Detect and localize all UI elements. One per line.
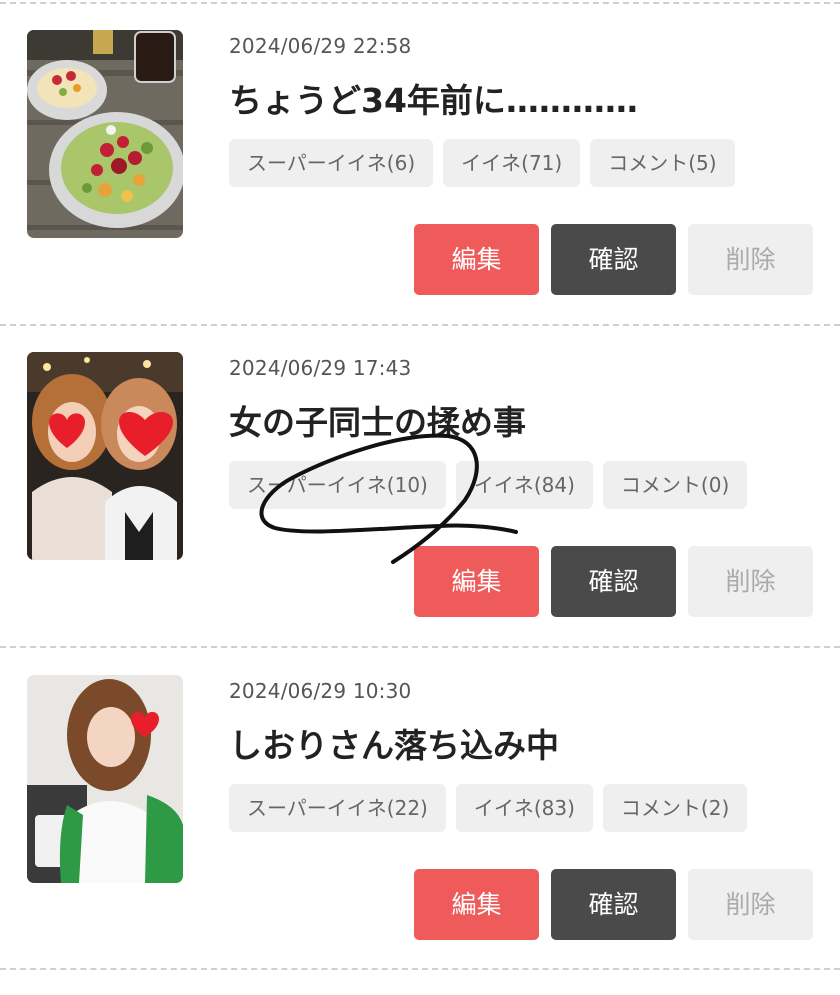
post-thumbnail-1[interactable] <box>27 30 183 238</box>
post-stats: スーパーイイネ(22) イイネ(83) コメント(2) <box>229 784 748 832</box>
like-chip[interactable]: イイネ(84) <box>455 461 593 509</box>
confirm-button[interactable]: 確認 <box>551 869 676 940</box>
delete-button[interactable]: 削除 <box>688 224 813 295</box>
edit-button[interactable]: 編集 <box>414 869 539 940</box>
like-chip[interactable]: イイネ(71) <box>443 139 581 187</box>
post-divider-bottom <box>0 968 840 970</box>
edit-button[interactable]: 編集 <box>414 546 539 617</box>
post-actions: 編集 確認 削除 <box>414 224 813 295</box>
two-women-photo-icon <box>27 352 183 560</box>
like-chip[interactable]: イイネ(83) <box>455 784 593 832</box>
delete-button[interactable]: 削除 <box>688 546 813 617</box>
woman-portrait-photo-icon <box>27 675 183 883</box>
food-photo-icon <box>27 30 183 238</box>
post-card-3: 2024/06/29 10:30 しおりさん落ち込み中 スーパーイイネ(22) … <box>0 645 840 967</box>
post-timestamp: 2024/06/29 10:30 <box>229 679 412 703</box>
delete-button[interactable]: 削除 <box>688 869 813 940</box>
edit-button[interactable]: 編集 <box>414 224 539 295</box>
post-stats: スーパーイイネ(6) イイネ(71) コメント(5) <box>229 139 735 187</box>
post-actions: 編集 確認 削除 <box>414 546 813 617</box>
confirm-button[interactable]: 確認 <box>551 546 676 617</box>
post-timestamp: 2024/06/29 17:43 <box>229 356 412 380</box>
super-like-chip[interactable]: スーパーイイネ(6) <box>229 139 434 187</box>
super-like-chip[interactable]: スーパーイイネ(22) <box>229 784 446 832</box>
post-thumbnail-2[interactable] <box>27 352 183 560</box>
post-title[interactable]: ちょうど34年前に………… <box>229 74 638 122</box>
post-thumbnail-3[interactable] <box>27 675 183 883</box>
comment-chip[interactable]: コメント(5) <box>590 139 735 187</box>
super-like-chip[interactable]: スーパーイイネ(10) <box>229 461 446 509</box>
post-stats: スーパーイイネ(10) イイネ(84) コメント(0) <box>229 461 748 509</box>
confirm-button[interactable]: 確認 <box>551 224 676 295</box>
post-actions: 編集 確認 削除 <box>414 869 813 940</box>
post-title[interactable]: しおりさん落ち込み中 <box>229 719 559 767</box>
post-title[interactable]: 女の子同士の揉め事 <box>229 396 526 444</box>
post-card-2: 2024/06/29 17:43 女の子同士の揉め事 スーパーイイネ(10) イ… <box>0 322 840 644</box>
post-timestamp: 2024/06/29 22:58 <box>229 34 412 58</box>
comment-chip[interactable]: コメント(2) <box>602 784 748 832</box>
comment-chip[interactable]: コメント(0) <box>602 461 748 509</box>
post-card-1: 2024/06/29 22:58 ちょうど34年前に………… スーパーイイネ(6… <box>0 0 840 322</box>
